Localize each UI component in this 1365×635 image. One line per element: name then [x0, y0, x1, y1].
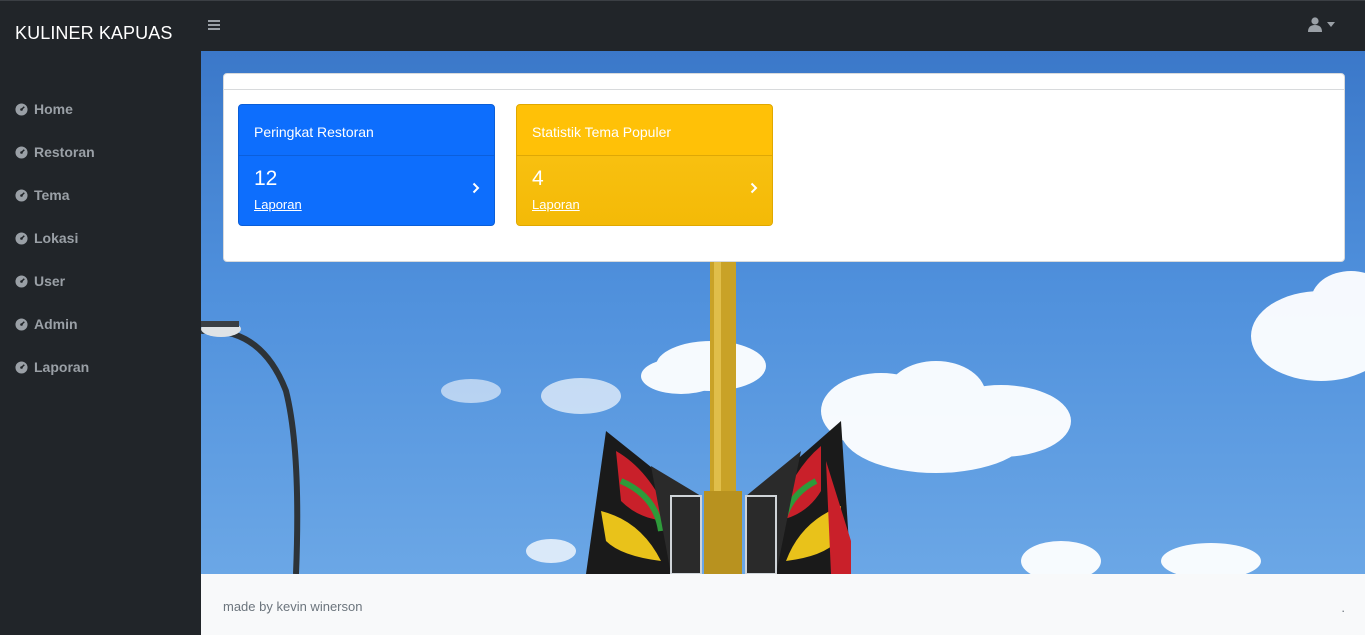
laporan-link[interactable]: Laporan — [532, 197, 580, 212]
tachometer-icon — [15, 188, 28, 202]
tile-value: 4 — [532, 167, 544, 190]
tachometer-icon — [15, 145, 28, 159]
laporan-link[interactable]: Laporan — [254, 197, 302, 212]
footer: made by kevin winerson . — [201, 574, 1365, 635]
chevron-right-icon[interactable] — [750, 182, 758, 194]
footer-dot: . — [1341, 600, 1345, 615]
tachometer-icon — [15, 102, 28, 116]
user-icon — [1308, 17, 1322, 32]
sidebar-item-laporan[interactable]: Laporan — [15, 356, 89, 378]
tachometer-icon — [15, 360, 28, 374]
sidebar: Home Restoran Tema Lokasi User Admin Lap… — [0, 51, 201, 635]
tile-statistik-tema-populer: Statistik Tema Populer 4 Laporan — [516, 104, 773, 226]
brand-title[interactable]: KULINER KAPUAS — [15, 23, 172, 44]
user-menu-dropdown[interactable] — [1308, 17, 1335, 32]
sidebar-item-label: Home — [34, 101, 73, 117]
card-header-divider — [224, 89, 1344, 90]
caret-down-icon — [1327, 22, 1335, 27]
sidebar-item-user[interactable]: User — [15, 270, 65, 292]
tachometer-icon — [15, 231, 28, 245]
tile-value: 12 — [254, 167, 278, 190]
tachometer-icon — [15, 317, 28, 331]
sidebar-toggle-button[interactable] — [208, 18, 220, 34]
hamburger-icon — [208, 20, 220, 30]
top-navbar: KULINER KAPUAS — [0, 0, 1365, 51]
sidebar-item-lokasi[interactable]: Lokasi — [15, 227, 78, 249]
sidebar-item-restoran[interactable]: Restoran — [15, 141, 95, 163]
sidebar-item-tema[interactable]: Tema — [15, 184, 70, 206]
tile-title: Statistik Tema Populer — [517, 105, 772, 156]
sidebar-item-label: Tema — [34, 187, 70, 203]
tachometer-icon — [15, 274, 28, 288]
chevron-right-icon[interactable] — [472, 182, 480, 194]
tile-title: Peringkat Restoran — [239, 105, 494, 156]
sidebar-item-label: Lokasi — [34, 230, 79, 246]
sidebar-item-label: User — [34, 273, 66, 289]
dashboard-card: Peringkat Restoran 12 Laporan Statistik … — [223, 73, 1345, 262]
sidebar-item-label: Restoran — [34, 144, 95, 160]
footer-credit: made by kevin winerson — [223, 599, 363, 614]
tile-body: 12 Laporan — [239, 156, 494, 225]
sidebar-item-admin[interactable]: Admin — [15, 313, 78, 335]
tile-peringkat-restoran: Peringkat Restoran 12 Laporan — [238, 104, 495, 226]
sidebar-item-label: Admin — [34, 316, 78, 332]
sidebar-item-home[interactable]: Home — [15, 98, 73, 120]
tile-body: 4 Laporan — [517, 156, 772, 225]
sidebar-item-label: Laporan — [34, 359, 90, 375]
